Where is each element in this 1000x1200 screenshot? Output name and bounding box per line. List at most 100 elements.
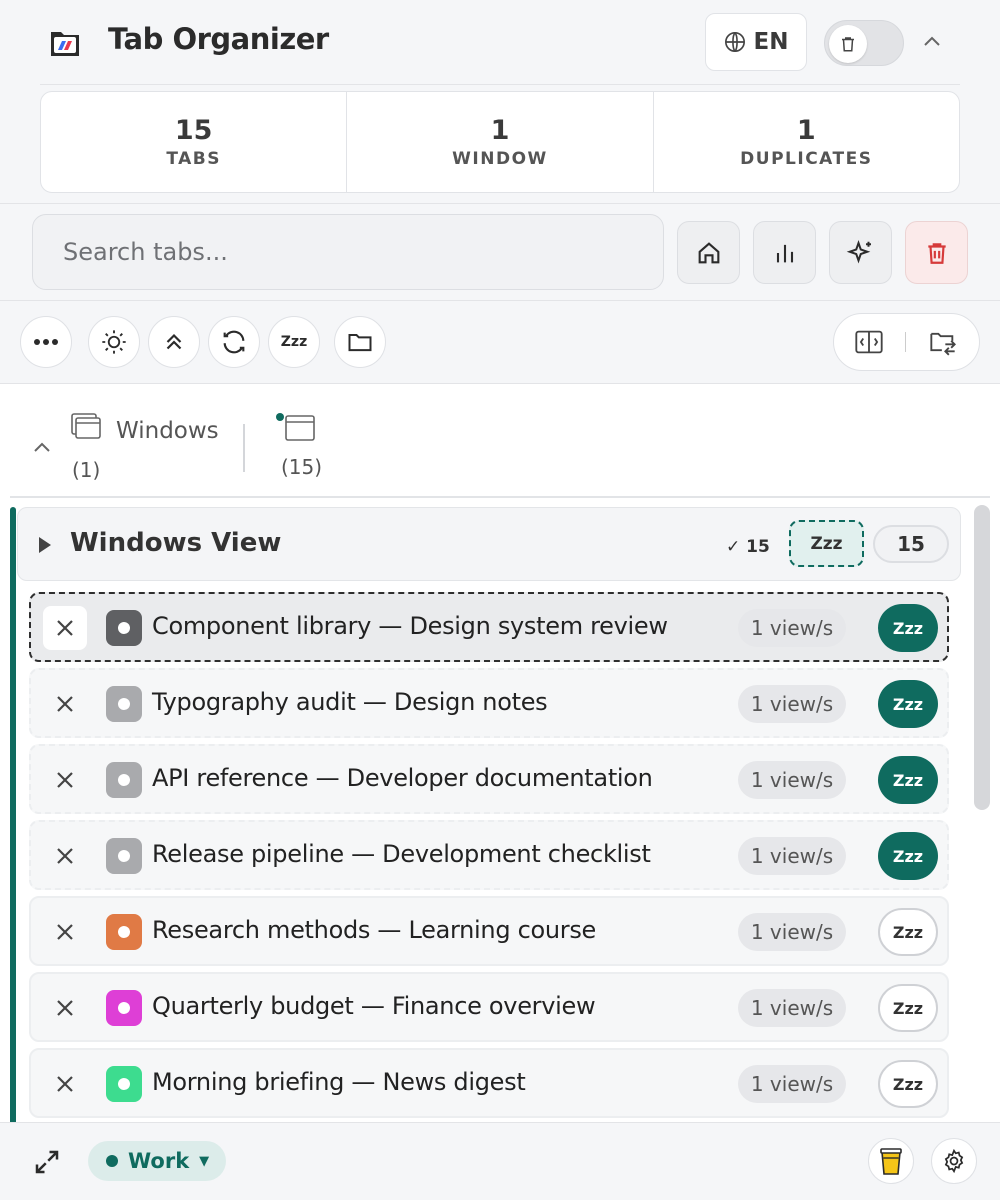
favicon-dot — [118, 850, 130, 862]
tab-row[interactable]: Typography audit — Design notes 1 view/s Z… — [29, 668, 949, 738]
windows-stack-icon[interactable] — [70, 412, 102, 442]
favicon-icon — [106, 610, 142, 646]
more-icon — [34, 339, 58, 345]
split-view-icon[interactable] — [854, 329, 884, 355]
favicon-dot — [118, 1078, 130, 1090]
folder-icon — [348, 334, 372, 352]
favicon-dot — [118, 622, 130, 634]
ai-organize-button[interactable] — [829, 221, 892, 284]
tab-views-badge: 1 view/s — [738, 761, 846, 799]
view-switch-group — [833, 313, 980, 371]
tab-title[interactable]: Release pipeline — Development checklist — [152, 840, 651, 868]
app-title: Tab Organizer — [108, 22, 329, 56]
tab-row[interactable]: Release pipeline — Development checklist… — [29, 820, 949, 890]
chevron-up-icon[interactable] — [30, 436, 54, 460]
windows-count: (1) — [72, 458, 101, 482]
tab-views-badge: 1 view/s — [738, 1065, 846, 1103]
tab-title[interactable]: Quarterly budget — Finance overview — [152, 992, 596, 1020]
scrollbar[interactable] — [974, 505, 990, 810]
windows-label[interactable]: Windows — [116, 418, 219, 444]
stats-button[interactable] — [753, 221, 816, 284]
window-icon[interactable] — [276, 412, 318, 444]
search-input[interactable] — [32, 214, 664, 290]
support-button[interactable] — [868, 1138, 914, 1184]
divider — [0, 203, 1000, 204]
favicon-icon — [106, 990, 142, 1026]
tab-row[interactable]: API reference — Developer documentation 1… — [29, 744, 949, 814]
close-tab-button[interactable] — [43, 834, 87, 878]
folder-button[interactable] — [334, 316, 386, 368]
close-tab-button[interactable] — [43, 986, 87, 1030]
stat-duplicates[interactable]: 1 DUPLICATES — [654, 92, 959, 192]
tab-row[interactable]: Quarterly budget — Finance overview 1 vie… — [29, 972, 949, 1042]
close-all-button[interactable] — [905, 221, 968, 284]
sleep-tab-button[interactable]: Zzz — [878, 604, 938, 652]
sleep-tab-button[interactable]: Zzz — [878, 756, 938, 804]
stat-label: WINDOW — [452, 149, 548, 169]
tab-title[interactable]: Component library — Design system review — [152, 612, 668, 640]
close-icon — [57, 772, 73, 788]
separator — [243, 424, 245, 472]
expand-icon[interactable] — [32, 1147, 62, 1177]
more-button[interactable] — [20, 316, 72, 368]
close-tab-button[interactable] — [43, 682, 87, 726]
tab-title[interactable]: API reference — Developer documentation — [152, 764, 653, 792]
tab-row[interactable]: Research methods — Learning course 1 view… — [29, 896, 949, 966]
close-tab-button[interactable] — [43, 1062, 87, 1106]
workspace-dot — [106, 1155, 118, 1167]
stat-value: 1 — [796, 115, 816, 146]
window-group-header[interactable]: Windows View ✓ 15 Zzz 15 — [17, 507, 961, 581]
tab-title[interactable]: Morning briefing — News digest — [152, 1068, 526, 1096]
refresh-icon — [223, 330, 245, 354]
sleep-tab-button[interactable]: Zzz — [878, 832, 938, 880]
trash-icon — [927, 242, 946, 264]
close-icon — [57, 1076, 73, 1092]
tab-views-badge: 1 view/s — [738, 685, 846, 723]
sleep-icon: Zzz — [280, 334, 308, 350]
close-icon — [57, 696, 73, 712]
move-window-icon[interactable] — [927, 328, 959, 356]
collapse-all-button[interactable] — [148, 316, 200, 368]
home-button[interactable] — [677, 221, 740, 284]
refresh-button[interactable] — [208, 316, 260, 368]
sleep-tab-button[interactable]: Zzz — [878, 1060, 938, 1108]
sleep-all-button[interactable]: Zzz — [268, 316, 320, 368]
coffee-cup-icon — [880, 1148, 902, 1175]
caret-right-icon[interactable] — [37, 535, 53, 555]
close-icon — [57, 1000, 73, 1016]
sleep-tab-button[interactable]: Zzz — [878, 984, 938, 1032]
window-tab-count: (15) — [281, 455, 323, 479]
header-divider — [40, 84, 960, 85]
group-tab-count: 15 — [873, 525, 949, 563]
stat-label: TABS — [166, 149, 221, 169]
home-icon — [698, 241, 719, 263]
tab-views-badge: 1 view/s — [738, 837, 846, 875]
theme-button[interactable] — [88, 316, 140, 368]
tab-row[interactable]: Morning briefing — News digest 1 view/s Zz… — [29, 1048, 949, 1118]
workspace-selector[interactable]: Work ▼ — [88, 1141, 226, 1181]
selected-count: ✓ 15 — [726, 537, 770, 557]
language-button[interactable]: EN — [705, 13, 807, 71]
group-accent-bar — [10, 507, 16, 1127]
close-tab-button[interactable] — [43, 910, 87, 954]
favicon-icon — [106, 1066, 142, 1102]
close-tab-button[interactable] — [43, 606, 87, 650]
sleep-tab-button[interactable]: Zzz — [878, 908, 938, 956]
close-icon — [57, 620, 73, 636]
clean-mode-toggle[interactable] — [824, 20, 904, 66]
close-tab-button[interactable] — [43, 758, 87, 802]
sleep-group-button[interactable]: Zzz — [789, 520, 864, 567]
settings-button[interactable] — [931, 1138, 977, 1184]
group-title: Windows View — [70, 528, 282, 558]
chevron-down-icon: ▼ — [199, 1153, 210, 1169]
app-header: Tab Organizer EN — [0, 0, 1000, 84]
tab-views-badge: 1 view/s — [738, 913, 846, 951]
divider — [10, 496, 990, 498]
sun-icon — [102, 330, 126, 354]
tab-row[interactable]: Component library — Design system review… — [29, 592, 949, 662]
tab-title[interactable]: Typography audit — Design notes — [152, 688, 548, 716]
sleep-tab-button[interactable]: Zzz — [878, 680, 938, 728]
tab-title[interactable]: Research methods — Learning course — [152, 916, 596, 944]
favicon-dot — [118, 698, 130, 710]
collapse-header-button[interactable] — [918, 28, 946, 56]
